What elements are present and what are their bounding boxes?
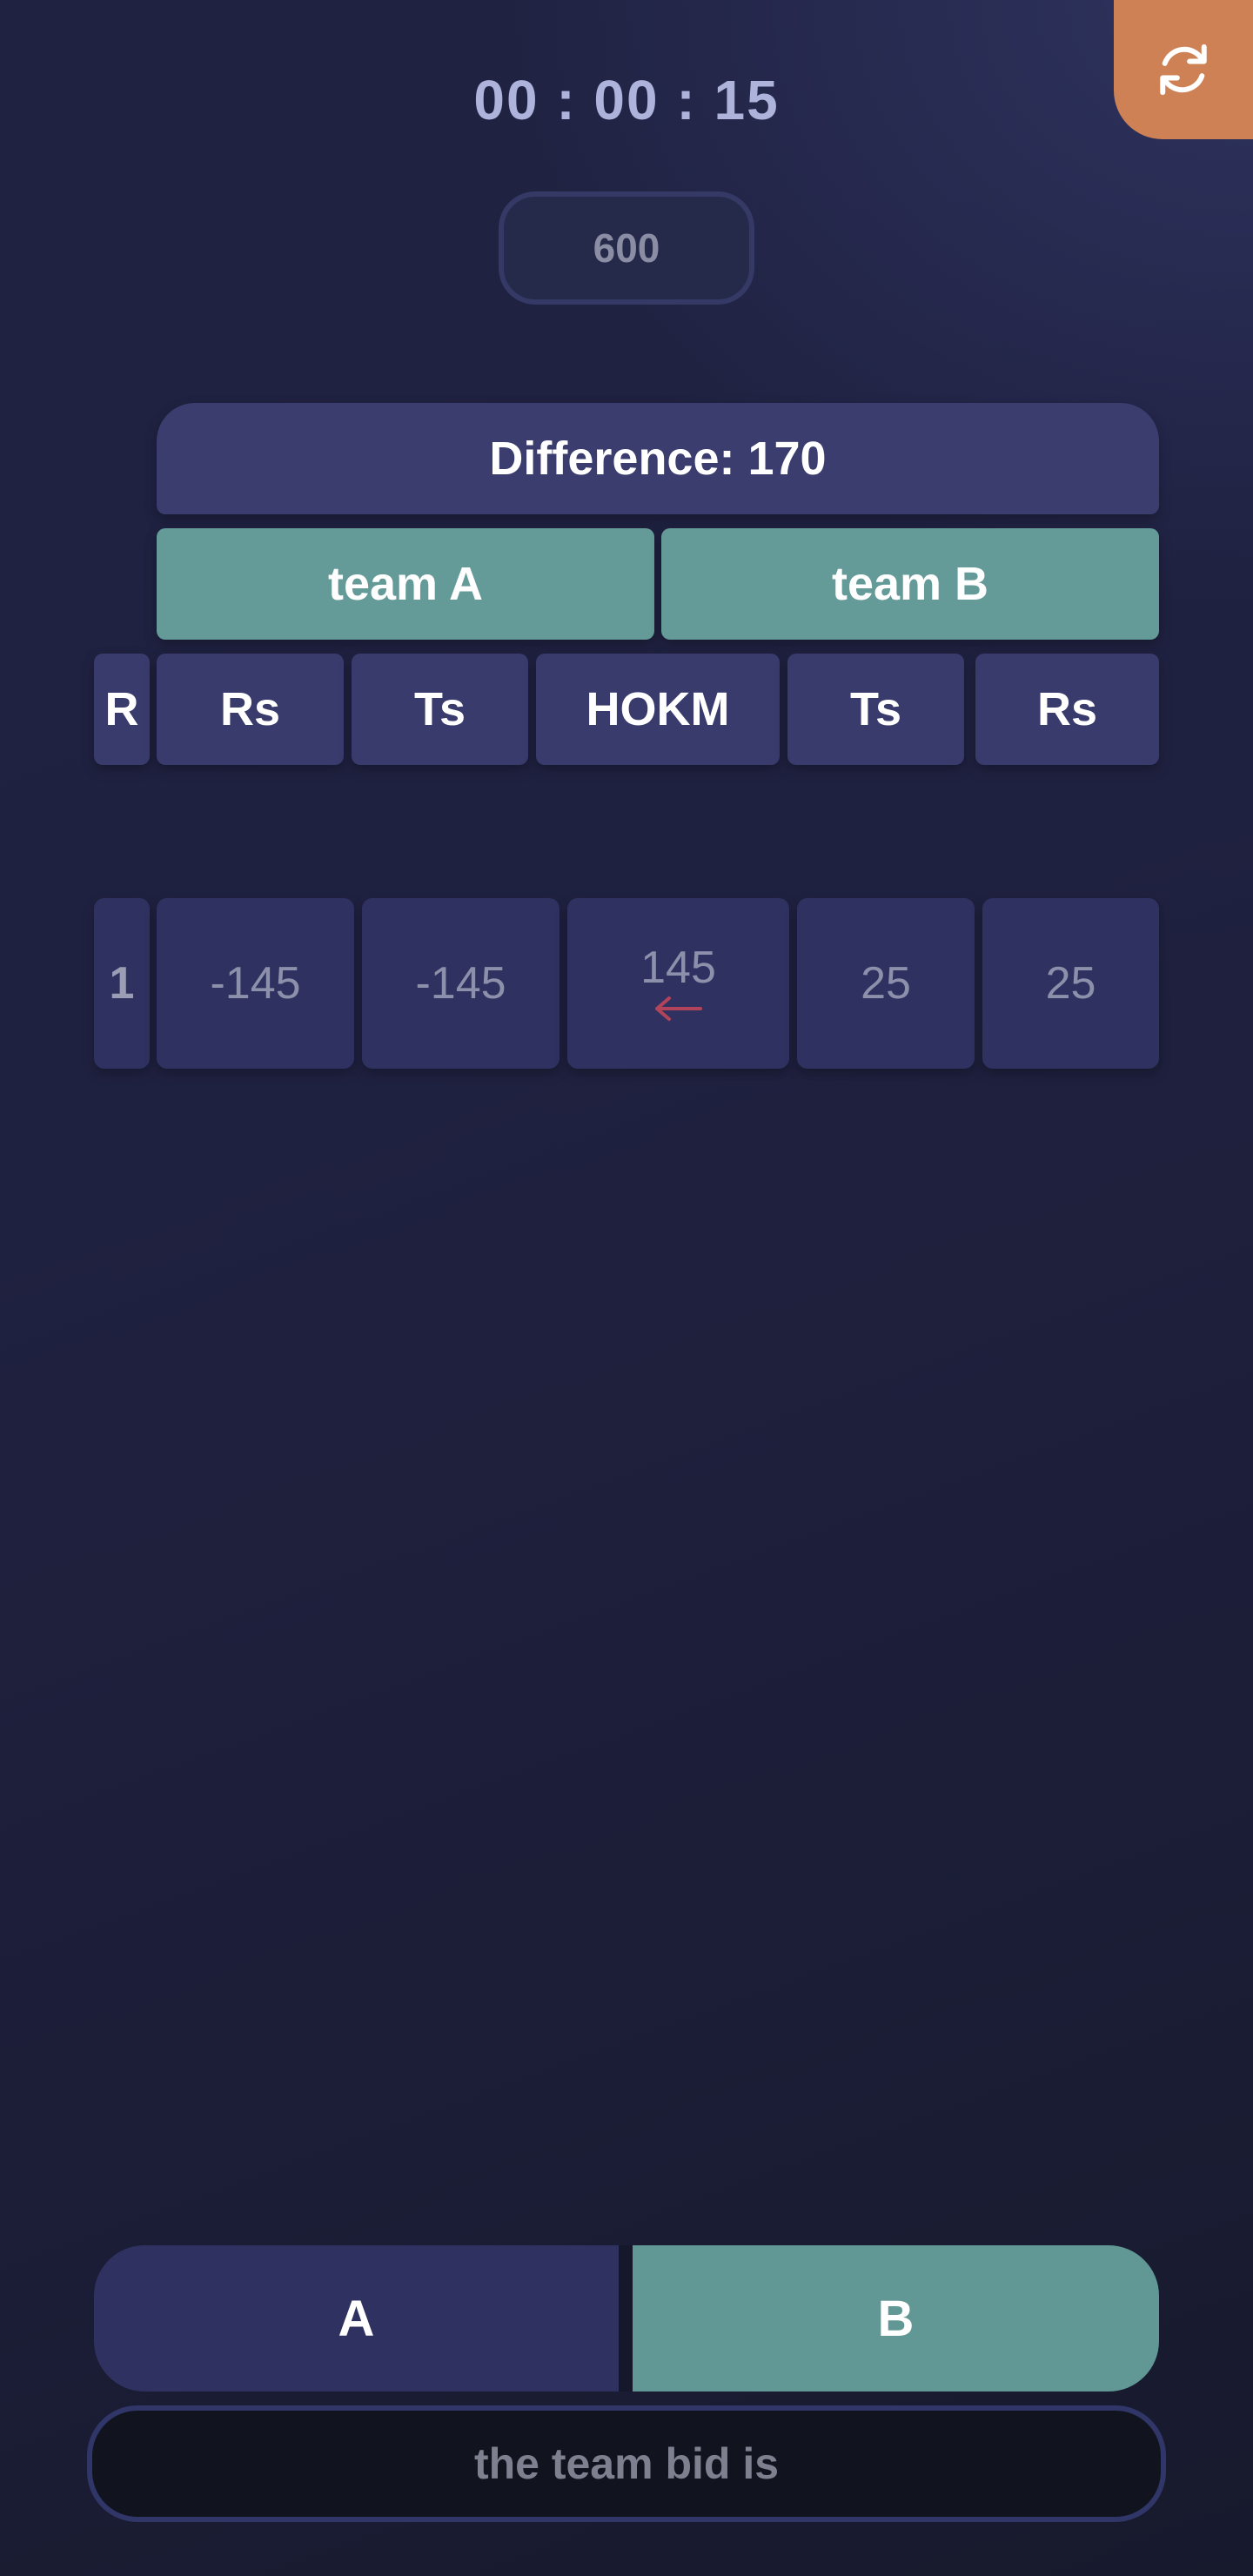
header-hokm: HOKM — [536, 654, 780, 765]
refresh-icon — [1160, 44, 1207, 96]
row-team-b-ts[interactable]: 25 — [797, 898, 975, 1069]
row-team-a-rs[interactable]: -145 — [157, 898, 354, 1069]
row-round-number: 1 — [94, 898, 150, 1069]
target-score-badge: 600 — [499, 191, 754, 305]
bid-input[interactable]: the team bid is — [87, 2405, 1166, 2522]
header-team-a-rs: Rs — [157, 654, 344, 765]
header-team-b-rs: Rs — [975, 654, 1159, 765]
left-arrow-icon — [654, 996, 702, 1021]
row-hokm-cell[interactable]: 145 — [567, 898, 789, 1069]
header-team-a-ts: Ts — [352, 654, 528, 765]
difference-banner: Difference: 170 — [157, 403, 1159, 514]
refresh-button[interactable] — [1114, 0, 1253, 139]
game-timer: 00 : 00 : 15 — [473, 69, 780, 131]
header-round: R — [94, 654, 150, 765]
row-hokm-value: 145 — [640, 943, 716, 993]
toggle-divider — [619, 2245, 633, 2392]
team-a-button[interactable]: team A — [157, 528, 654, 640]
row-team-a-ts[interactable]: -145 — [362, 898, 559, 1069]
toggle-option-a[interactable]: A — [94, 2245, 619, 2392]
toggle-option-b[interactable]: B — [633, 2245, 1159, 2392]
bid-team-toggle: A B — [94, 2245, 1159, 2392]
team-b-button[interactable]: team B — [661, 528, 1159, 640]
header-team-b-ts: Ts — [787, 654, 964, 765]
row-team-b-rs[interactable]: 25 — [982, 898, 1159, 1069]
